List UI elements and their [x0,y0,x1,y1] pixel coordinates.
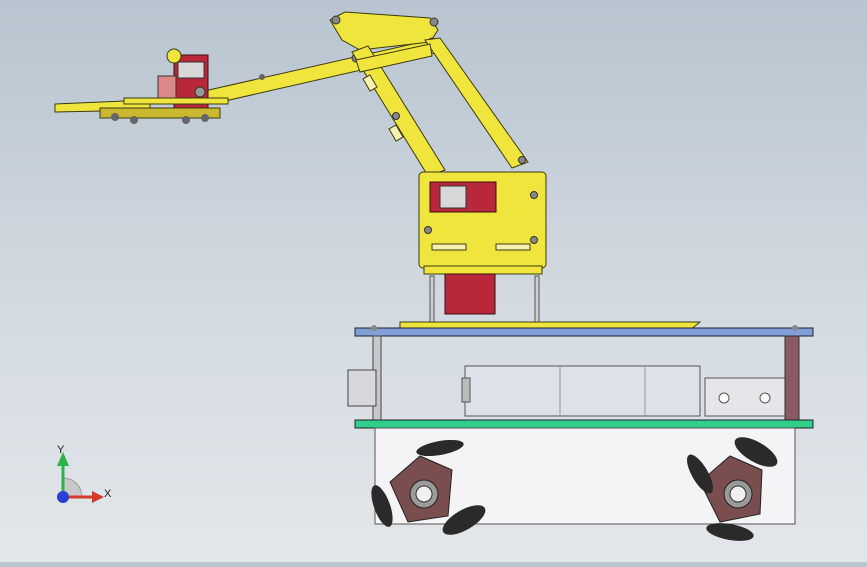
ultrasonic-sensor[interactable] [347,369,377,407]
z-axis-dot [57,491,69,503]
screw [530,191,538,199]
top-deck[interactable] [354,327,814,337]
gear-screw [201,114,209,122]
base-plate [423,265,543,275]
battery-box[interactable] [464,365,701,417]
x-axis-head [92,491,104,503]
screw [392,112,400,120]
deck-screw [371,325,377,331]
screw [518,156,526,164]
screw [424,226,432,234]
standoff [429,275,435,325]
screw [530,236,538,244]
y-axis-label: Y [57,444,65,456]
rear-bracket [784,335,800,425]
gear-screw [130,116,138,124]
pivot-screw [429,17,439,27]
elbow-screw [194,86,206,98]
pivot-screw [331,15,341,25]
switch-hole [759,392,771,404]
lower-deck[interactable] [354,419,814,429]
cad-viewport[interactable]: Y X [0,0,867,562]
slot [431,243,467,251]
switch-hole [718,392,730,404]
gear-screw [182,116,190,124]
gear-screw [111,113,119,121]
screw [259,74,265,80]
robot-arm-car-model[interactable]: Y X [0,0,867,562]
servo-label [439,185,467,209]
servo-horn [166,48,182,64]
rear-arm-link[interactable] [424,37,529,169]
switch-module[interactable] [704,377,786,417]
slot [495,243,531,251]
axis-triad: Y X [57,444,112,503]
x-axis-label: X [104,488,112,500]
deck-screw [792,325,798,331]
servo-label [177,61,205,79]
battery-clip [461,377,471,403]
gripper-plate [123,97,229,105]
standoff [534,275,540,325]
rotation-servo[interactable] [444,273,496,315]
